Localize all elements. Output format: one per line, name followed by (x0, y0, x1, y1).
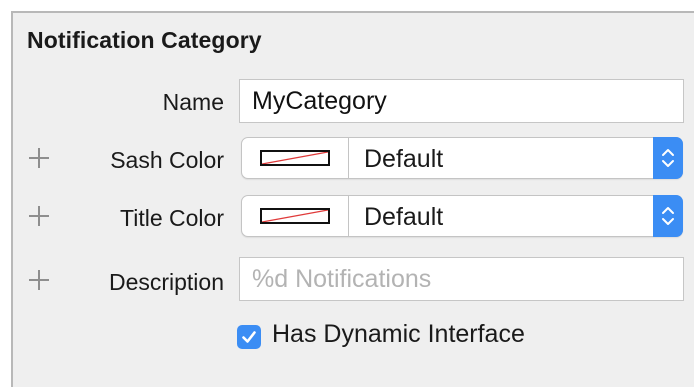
sash-color-value: Default (364, 145, 444, 173)
dynamic-interface-checkbox[interactable] (237, 325, 261, 349)
description-label: Description (108, 269, 224, 295)
title-color-plus-icon[interactable] (29, 205, 51, 227)
sash-color-label: Sash Color (110, 147, 224, 173)
notification-category-panel: Notification Category Name Sash Color De… (11, 11, 694, 387)
title-color-swatch-well[interactable] (242, 196, 349, 236)
up-down-chevron-icon[interactable] (653, 195, 683, 237)
title-color-label: Title Color (120, 205, 224, 231)
sash-color-plus-icon[interactable] (29, 147, 51, 169)
title-color-popup[interactable]: Default (241, 195, 683, 237)
dynamic-interface-label[interactable]: Has Dynamic Interface (272, 320, 525, 349)
no-color-swatch-icon (260, 208, 330, 224)
sash-color-popup[interactable]: Default (241, 137, 683, 179)
checkmark-icon (242, 331, 256, 343)
description-field[interactable] (239, 257, 684, 301)
name-field[interactable] (239, 79, 684, 123)
name-label: Name (162, 89, 224, 115)
up-down-chevron-icon[interactable] (653, 137, 683, 179)
panel-title: Notification Category (27, 27, 262, 53)
sash-color-swatch-well[interactable] (242, 138, 349, 178)
no-color-swatch-icon (260, 150, 330, 166)
description-plus-icon[interactable] (29, 269, 51, 291)
title-color-value: Default (364, 203, 444, 231)
